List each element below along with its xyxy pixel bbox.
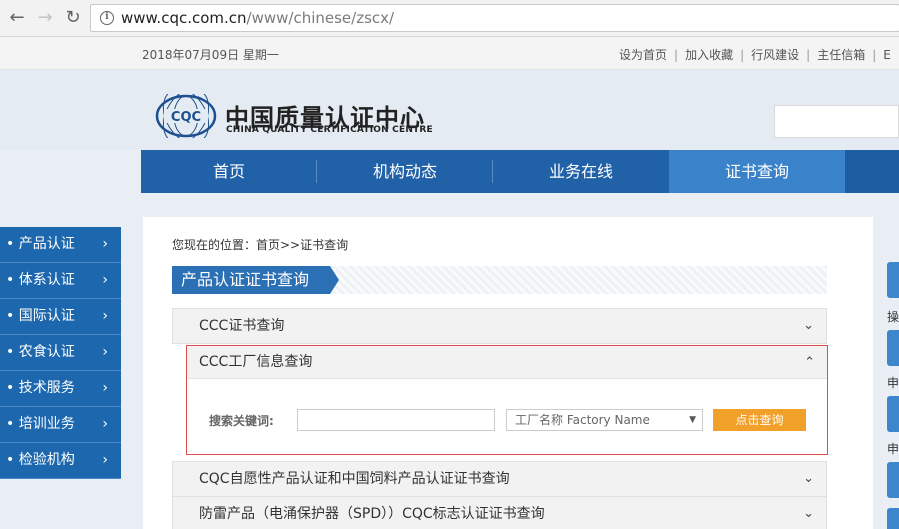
- right-widget-2[interactable]: [887, 330, 899, 366]
- header-search-box[interactable]: [774, 105, 899, 138]
- chevron-down-icon: ⌄: [803, 506, 814, 521]
- top-links: 设为首页 | 加入收藏 | 行风建设 | 主任信箱 | E: [619, 48, 891, 62]
- site-header: CQC 中国质量认证中心 CHINA QUALITY CERTIFICATION…: [0, 70, 899, 150]
- nav-overflow: [845, 150, 899, 193]
- accordion-header: 防雷产品（电涌保护器（SPD））CQC标志认证证书查询 ⌄: [173, 497, 826, 529]
- sidebar-item-label: 技术服务: [18, 380, 75, 396]
- accordion-title: CCC证书查询: [199, 318, 285, 334]
- sidebar-item-label: 产品认证: [18, 236, 75, 252]
- breadcrumb: 您现在的位置：首页>>证书查询: [172, 238, 349, 252]
- sidebar-item-training[interactable]: • 培训业务 ›: [0, 407, 121, 443]
- right-widget-5[interactable]: [887, 508, 899, 529]
- nav-news[interactable]: 机构动态: [317, 150, 493, 193]
- chevron-right-icon: ›: [102, 272, 108, 288]
- info-icon[interactable]: i: [100, 11, 114, 25]
- accordion-ccc-query[interactable]: CCC证书查询 ⌄: [172, 308, 827, 344]
- chevron-down-icon: ⌄: [803, 471, 814, 486]
- chevron-up-icon: ⌃: [804, 355, 815, 370]
- chevron-right-icon: ›: [102, 236, 108, 252]
- accordion-header: CCC证书查询 ⌄: [173, 309, 826, 343]
- sidebar-item-tech-service[interactable]: • 技术服务 ›: [0, 371, 121, 407]
- url-path: /www/chinese/zscx/: [246, 9, 395, 27]
- address-bar[interactable]: i www.cqc.com.cn/www/chinese/zscx/: [90, 4, 899, 32]
- search-keyword-input[interactable]: [297, 409, 495, 431]
- logo-text: CQC: [171, 110, 201, 125]
- accordion-spd-query[interactable]: 防雷产品（电涌保护器（SPD））CQC标志认证证书查询 ⌄: [172, 496, 827, 529]
- forward-arrow-icon[interactable]: →: [34, 7, 56, 29]
- set-homepage-link[interactable]: 设为首页: [619, 48, 667, 62]
- sidebar-item-intl-cert[interactable]: • 国际认证 ›: [0, 299, 121, 335]
- url-host: www.cqc.com.cn: [121, 9, 247, 27]
- cut-off-link[interactable]: E: [883, 48, 891, 62]
- sidebar-item-product-cert[interactable]: • 产品认证 ›: [0, 227, 121, 263]
- top-strip: 2018年07月09日 星期一 设为首页 | 加入收藏 | 行风建设 | 主任信箱 | E: [0, 37, 899, 70]
- site-name-en: CHINA QUALITY CERTIFICATION CENTRE: [226, 125, 433, 135]
- accordion-title: 防雷产品（电涌保护器（SPD））CQC标志认证证书查询: [199, 506, 545, 522]
- sidebar-item-label: 农食认证: [18, 344, 75, 360]
- search-type-select[interactable]: 工厂名称 Factory Name ▼: [506, 409, 703, 431]
- section-header-bar: 产品认证证书查询: [172, 266, 827, 294]
- nav-certificate-query[interactable]: 证书查询: [669, 150, 845, 193]
- cqc-logo[interactable]: CQC: [155, 94, 217, 138]
- sidebar-item-label: 体系认证: [18, 272, 75, 288]
- current-date: 2018年07月09日 星期一: [142, 48, 279, 62]
- search-button[interactable]: 点击查询: [713, 409, 806, 431]
- accordion-factory-query: CCC工厂信息查询 ⌃ 搜索关键词: 工厂名称 Factory Name ▼ 点击查…: [186, 345, 828, 455]
- chevron-right-icon: ›: [102, 344, 108, 360]
- selected-option: 工厂名称 Factory Name: [515, 413, 650, 427]
- back-arrow-icon[interactable]: ←: [6, 7, 28, 29]
- right-widget-3[interactable]: [887, 396, 899, 432]
- chevron-right-icon: ›: [102, 380, 108, 396]
- add-favorite-link[interactable]: 加入收藏: [685, 48, 733, 62]
- right-widget-label-2: 申: [887, 376, 899, 390]
- section-title: 产品认证证书查询: [172, 266, 339, 294]
- accordion-header[interactable]: CCC工厂信息查询 ⌃: [187, 346, 827, 379]
- right-widget-column: 操 申 申: [887, 262, 899, 529]
- sidebar-item-label: 检验机构: [18, 452, 75, 468]
- accordion-title: CQC自愿性产品认证和中国饲料产品认证证书查询: [199, 471, 510, 487]
- chevron-right-icon: ›: [102, 452, 108, 468]
- right-widget-label-1: 操: [887, 310, 899, 324]
- right-widget-label-3: 申: [887, 442, 899, 456]
- accordion-title: CCC工厂信息查询: [199, 354, 313, 370]
- right-widget-1[interactable]: [887, 262, 899, 298]
- sidebar-item-system-cert[interactable]: • 体系认证 ›: [0, 263, 121, 299]
- sidebar-item-label: 国际认证: [18, 308, 75, 324]
- url-text[interactable]: www.cqc.com.cn/www/chinese/zscx/: [121, 9, 394, 27]
- right-widget-4[interactable]: [887, 462, 899, 498]
- chevron-down-icon: ⌄: [803, 318, 814, 333]
- last-separator: |: [872, 48, 877, 62]
- dropdown-caret-icon: ▼: [689, 415, 696, 425]
- director-mailbox-link[interactable]: 主任信箱: [817, 48, 865, 62]
- left-sidebar: • 产品认证 › • 体系认证 › • 国际认证 › • 农食认证 › • 技术服务 › …: [0, 227, 121, 479]
- sidebar-item-inspection[interactable]: • 检验机构 ›: [0, 443, 121, 479]
- browser-toolbar: ← → ↻ i www.cqc.com.cn/www/chinese/zscx/: [0, 0, 899, 37]
- sidebar-item-label: 培训业务: [18, 416, 75, 432]
- main-nav: 首页 机构动态 业务在线 证书查询: [141, 150, 899, 193]
- chevron-right-icon: ›: [102, 416, 108, 432]
- sidebar-item-agri-food-cert[interactable]: • 农食认证 ›: [0, 335, 121, 371]
- search-keyword-label: 搜索关键词:: [209, 414, 274, 428]
- reload-icon[interactable]: ↻: [62, 7, 84, 29]
- nav-business-online[interactable]: 业务在线: [493, 150, 669, 193]
- nav-home[interactable]: 首页: [141, 150, 317, 193]
- accordion-voluntary-query[interactable]: CQC自愿性产品认证和中国饲料产品认证证书查询 ⌄: [172, 461, 827, 497]
- accordion-header: CQC自愿性产品认证和中国饲料产品认证证书查询 ⌄: [173, 462, 826, 496]
- chevron-right-icon: ›: [102, 308, 108, 324]
- conduct-link[interactable]: 行风建设: [751, 48, 799, 62]
